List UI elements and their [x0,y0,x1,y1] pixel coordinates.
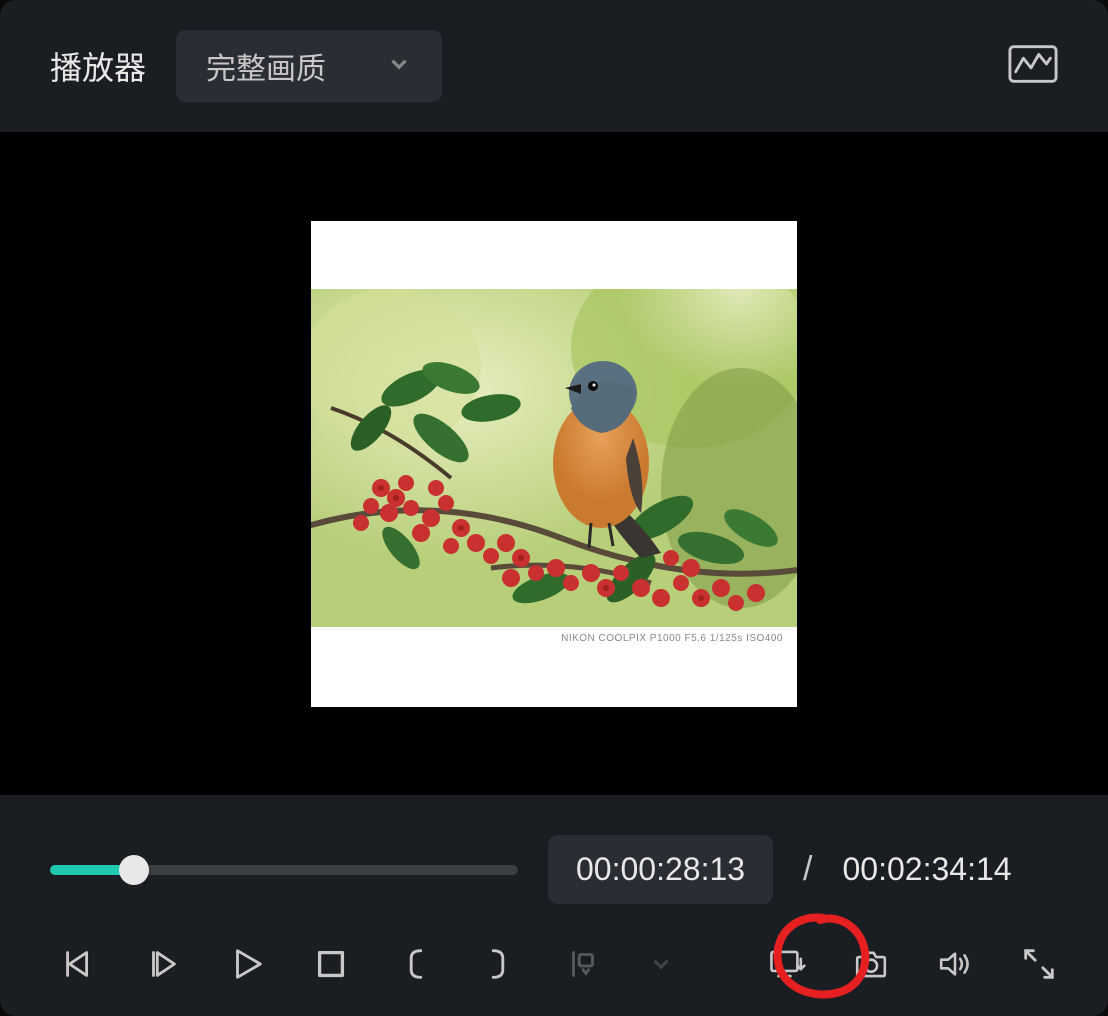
progress-slider[interactable] [50,865,518,875]
preview-viewport: NIKON COOLPIX P1000 F5.6 1/125s ISO400 [0,132,1108,795]
transport-buttons [50,942,1058,986]
next-frame-button[interactable] [144,942,182,986]
mark-out-button[interactable] [480,942,518,986]
stop-button[interactable] [312,942,350,986]
render-preview-button[interactable] [768,942,806,986]
snapshot-button[interactable] [852,942,890,986]
scopes-button[interactable] [1008,44,1058,89]
player-panel: 播放器 完整画质 [0,0,1108,1016]
progress-row: 00:00:28:13 / 00:02:34:14 [50,835,1058,904]
mark-in-button[interactable] [396,942,434,986]
chevron-down-icon [386,51,412,82]
quality-dropdown[interactable]: 完整画质 [176,30,442,102]
player-header: 播放器 完整画质 [0,0,1108,132]
progress-thumb[interactable] [119,855,149,885]
current-time[interactable]: 00:00:28:13 [548,835,773,904]
preview-image [311,289,797,627]
previous-frame-button[interactable] [60,942,98,986]
jump-to-button [564,942,602,986]
preview-frame: NIKON COOLPIX P1000 F5.6 1/125s ISO400 [311,221,797,707]
fullscreen-button[interactable] [1020,942,1058,986]
time-separator: / [803,850,812,889]
image-caption: NIKON COOLPIX P1000 F5.6 1/125s ISO400 [561,633,783,644]
player-controls: 00:00:28:13 / 00:02:34:14 [0,795,1108,1016]
quality-selected-label: 完整画质 [206,44,326,88]
player-title: 播放器 [50,43,146,89]
jump-dropdown-icon [648,942,674,986]
total-time: 00:02:34:14 [843,851,1012,888]
volume-button[interactable] [936,942,974,986]
play-button[interactable] [228,942,266,986]
